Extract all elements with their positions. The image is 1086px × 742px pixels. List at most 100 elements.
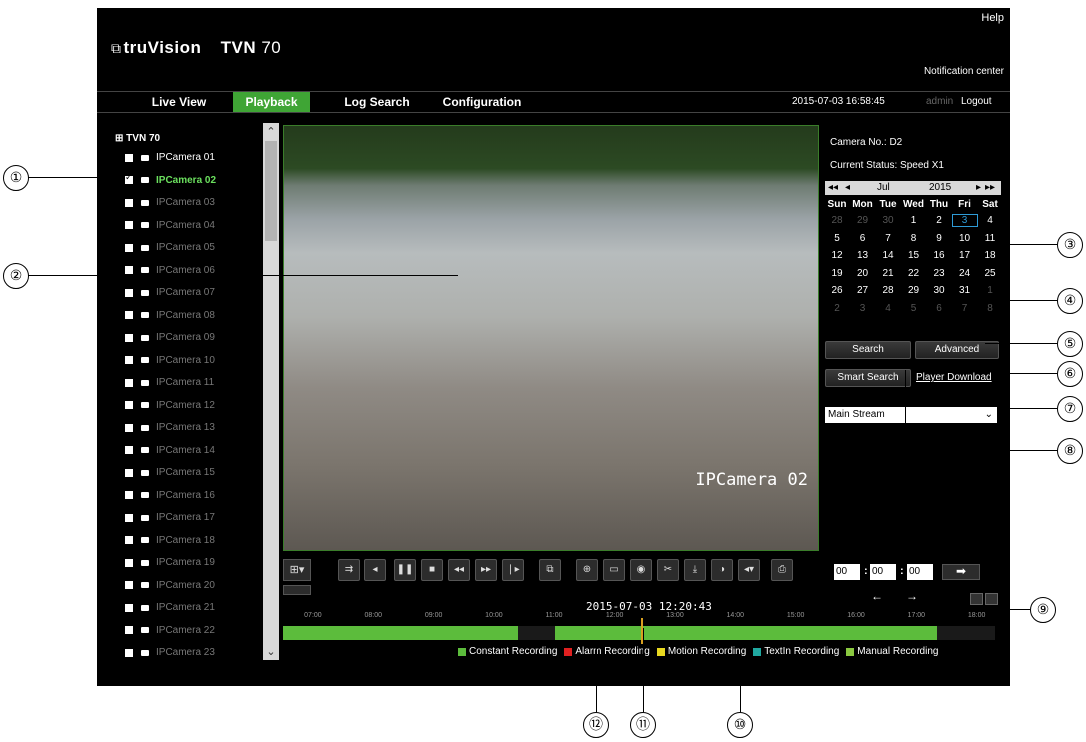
calendar-day[interactable]: 16 [927,250,951,261]
window-icon[interactable]: ⧉ [539,559,561,581]
camera-list-item[interactable]: IPCamera 15 [125,467,215,481]
calendar-day[interactable]: 28 [876,285,900,296]
stream-switch-icon[interactable]: ⇉ [338,559,360,581]
calendar-day[interactable]: 29 [902,285,926,296]
camera-checkbox[interactable] [125,423,133,432]
calendar-day[interactable]: 24 [953,268,977,279]
stop-icon[interactable]: ■ [421,559,443,581]
snapshot-icon[interactable]: ◉ [630,559,652,581]
lock-icon[interactable]: ◑ [711,559,733,581]
calendar-day[interactable]: 13 [851,250,875,261]
camera-list-item[interactable]: IPCamera 19 [125,557,215,571]
camera-checkbox[interactable] [125,311,133,319]
calendar-day[interactable]: 15 [902,250,926,261]
timeline-track[interactable] [283,626,995,640]
camera-list-item[interactable]: IPCamera 21 [125,602,215,616]
camera-list-item[interactable]: IPCamera 10 [125,355,215,369]
smart-search-button[interactable]: Smart Search [825,369,911,387]
calendar-day[interactable]: 19 [825,268,849,279]
logout-link[interactable]: Logout [961,96,992,107]
download-icon[interactable]: ⤓ [684,559,706,581]
camera-list-item[interactable]: IPCamera 08 [125,310,215,324]
camera-tree-root[interactable]: ⊞ TVN 70 [115,133,160,144]
camera-list-item[interactable]: IPCamera 13 [125,422,215,436]
camera-list-item[interactable]: IPCamera 07 [125,287,215,301]
calendar-day[interactable]: 25 [978,268,1002,279]
calendar-day[interactable]: 22 [902,268,926,279]
camera-list-item[interactable]: IPCamera 09 [125,332,215,346]
calendar-day[interactable]: 18 [978,250,1002,261]
camera-checkbox[interactable] [125,603,133,612]
calendar-day[interactable]: 8 [902,233,926,244]
camera-checkbox[interactable] [125,446,133,454]
camera-list-item[interactable]: IPCamera 18 [125,535,215,549]
camera-list-item[interactable]: IPCamera 14 [125,445,215,459]
camera-list-item[interactable]: IPCamera 17 [125,512,215,526]
tab-log-search[interactable]: Log Search [340,92,414,112]
prev-year-icon[interactable]: ◂◂ [828,182,838,193]
tab-configuration[interactable]: Configuration [437,92,527,112]
camera-list-item[interactable]: IPCamera 05 [125,242,215,256]
time-minute-input[interactable]: 00 [870,564,896,580]
camera-list-item[interactable]: IPCamera 20 [125,580,215,594]
recording-timeline[interactable]: 2015-07-03 12:20:43 07:00 08:00 09:00 10:00… [283,600,995,658]
camera-checkbox[interactable] [125,626,133,634]
help-link[interactable]: Help [981,12,1004,24]
calendar-day[interactable]: 10 [953,233,977,244]
calendar-day[interactable]: 28 [825,215,849,226]
calendar-day[interactable]: 12 [825,250,849,261]
camera-list-item[interactable]: IPCamera 06 [125,265,215,279]
calendar-day[interactable]: 20 [851,268,875,279]
camera-checkbox[interactable] [125,536,133,544]
volume-icon[interactable]: ◂▾ [738,559,760,581]
camera-checkbox[interactable] [125,172,133,184]
print-icon[interactable]: ⎙ [771,559,793,581]
rewind-icon[interactable]: ◂◂ [448,559,470,581]
camera-checkbox[interactable] [125,288,133,297]
calendar-day[interactable]: 7 [953,303,977,314]
camera-checkbox[interactable] [125,333,133,342]
camera-list-item[interactable]: IPCamera 16 [125,490,215,504]
calendar-day[interactable]: 27 [851,285,875,296]
fast-forward-icon[interactable]: ▸▸ [475,559,497,581]
calendar-day[interactable]: 7 [876,233,900,244]
camera-checkbox[interactable] [125,401,133,409]
camera-checkbox[interactable] [125,648,133,657]
scroll-thumb[interactable] [265,141,277,241]
camera-checkbox[interactable] [125,266,133,274]
calendar-day[interactable]: 14 [876,250,900,261]
calendar-day[interactable]: 8 [978,303,1002,314]
tab-playback[interactable]: Playback [233,92,310,112]
camera-checkbox[interactable] [125,221,133,229]
calendar-day[interactable]: 29 [851,215,875,226]
camera-checkbox[interactable] [125,198,133,207]
camera-list-item[interactable]: IPCamera 01 [125,152,215,166]
prev-month-icon[interactable]: ◂ [845,182,850,193]
calendar-day[interactable]: 30 [927,285,951,296]
calendar-day[interactable]: 2 [927,215,951,226]
tab-live-view[interactable]: Live View [143,92,215,112]
calendar-day[interactable]: 17 [953,250,977,261]
timeline-back-button[interactable]: ← [865,590,889,604]
search-button[interactable]: Search [825,341,911,359]
camera-list-item[interactable]: IPCamera 22 [125,625,215,639]
calendar-day[interactable]: 21 [876,268,900,279]
step-forward-icon[interactable]: ❘▸ [502,559,524,581]
calendar-day[interactable]: 1 [902,215,926,226]
calendar-day[interactable]: 3 [951,214,978,227]
camera-list-item[interactable]: IPCamera 02 [125,172,216,189]
zoom-out-timeline-icon[interactable] [970,593,983,605]
notification-center-link[interactable]: Notification center [924,66,1004,77]
time-second-input[interactable]: 00 [907,564,933,580]
time-hour-input[interactable]: 00 [834,564,860,580]
next-year-icon[interactable]: ▸▸ [985,182,995,193]
calendar-day[interactable]: 4 [978,215,1002,226]
recording-segment[interactable] [554,626,937,640]
camera-checkbox[interactable] [125,513,133,522]
calendar-day[interactable]: 6 [851,233,875,244]
calendar-day[interactable]: 30 [876,215,900,226]
calendar-day[interactable]: 3 [851,303,875,314]
recording-segment[interactable] [283,626,519,640]
next-month-icon[interactable]: ▸ [976,182,981,193]
camera-list-item[interactable]: IPCamera 12 [125,400,215,414]
